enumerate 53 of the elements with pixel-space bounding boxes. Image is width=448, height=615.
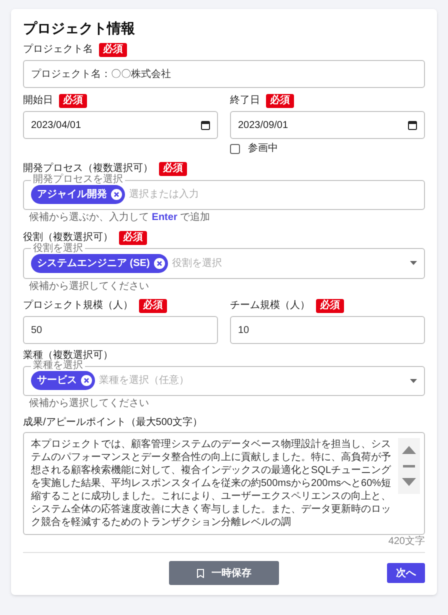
field-label: 成果/アピールポイント（最大500文字） (23, 416, 202, 428)
field-legend: 役割を選択 (31, 244, 85, 254)
select-field[interactable]: 役割を選択 システムエンジニア (SE) 役割を選択 (23, 244, 425, 278)
calendar-icon[interactable] (408, 120, 417, 130)
required-badge: 必須 (159, 162, 187, 176)
text-field[interactable]: 50 (23, 316, 218, 344)
calendar-icon[interactable] (201, 120, 210, 130)
text-field[interactable]: 10 (230, 316, 425, 344)
remove-icon[interactable] (81, 375, 92, 386)
field-label: 終了日 (230, 95, 260, 107)
helper-text: 候補から選ぶか、入力して Enter で追加 (29, 212, 212, 224)
field-legend: 開発プロセスを選択 (31, 175, 125, 185)
field-label: プロジェクト規模（人） (23, 300, 133, 312)
checkbox[interactable] (230, 144, 240, 154)
select-placeholder: 業種を選択（任意） (99, 374, 190, 388)
form-title: プロジェクト情報 (23, 19, 136, 37)
next-button[interactable]: 次へ (387, 563, 425, 583)
select-placeholder: 選択または入力 (129, 188, 200, 202)
required-badge: 必須 (139, 299, 167, 313)
remove-icon[interactable] (154, 258, 165, 268)
field-label: 役割（複数選択可） (23, 232, 113, 242)
select-field[interactable]: 開発プロセスを選択 アジャイル開発 選択または入力 (23, 175, 425, 210)
chip[interactable]: システムエンジニア (SE) (31, 254, 168, 272)
scrollbar-icon[interactable] (398, 438, 420, 494)
select-field[interactable]: 業種を選択 サービス 業種を選択（任意） (23, 361, 425, 396)
remove-icon[interactable] (111, 189, 122, 200)
character-count: 420文字 (387, 536, 425, 548)
text-area-content: 本プロジェクトでは、顧客管理システムのデータベース物理設計を担当し、システムのパフォーマンスとデータ整合性の向上に貢献しました。特に、高負荷が予想される顧客検索機能に対して、複合インデックスの最適化とSQLチューニングを実施した結果、平均レスポンスタイムを従来の約500msから200msへと60%短縮することに成功しました。これにより、ユーザーエクスペリエンスの向上と、システム全体の応答速度改善に大きく寄与しました。また、データ更新時のロック競合を軽減するためのトランザクション分離レベルの調 (31, 438, 392, 528)
select-placeholder: 役割を選択 (172, 256, 223, 270)
checkbox-label: 参画中 (248, 142, 278, 156)
bookmark-icon (196, 568, 204, 578)
chip[interactable]: サービス (31, 371, 95, 390)
required-badge: 必須 (316, 299, 344, 313)
field-label: 開始日 (23, 95, 53, 107)
required-badge: 必須 (59, 94, 87, 108)
helper-text: 候補から選択してください (29, 398, 150, 410)
chip[interactable]: アジャイル開発 (31, 185, 125, 204)
text-area[interactable] (23, 432, 425, 534)
field-label: プロジェクト名 (23, 44, 93, 56)
helper-text: 候補から選択してください (29, 280, 150, 293)
date-field[interactable]: 2023/04/01 (23, 111, 218, 139)
required-badge: 必須 (119, 230, 147, 244)
save-draft-button[interactable]: 一時保存 (169, 561, 279, 585)
text-field[interactable]: プロジェクト名：〇〇株式会社 (23, 60, 425, 88)
date-field[interactable]: 2023/09/01 (230, 111, 425, 139)
required-badge: 必須 (266, 94, 294, 108)
field-legend: 業種を選択 (31, 361, 85, 371)
field-label: チーム規模（人） (230, 300, 310, 312)
dropdown-caret-icon[interactable] (410, 261, 417, 265)
field-label: 業種（複数選択可） (23, 350, 113, 361)
field-label: 開発プロセス（複数選択可） (23, 163, 153, 174)
required-badge: 必須 (99, 43, 127, 57)
dropdown-caret-icon[interactable] (410, 378, 417, 382)
